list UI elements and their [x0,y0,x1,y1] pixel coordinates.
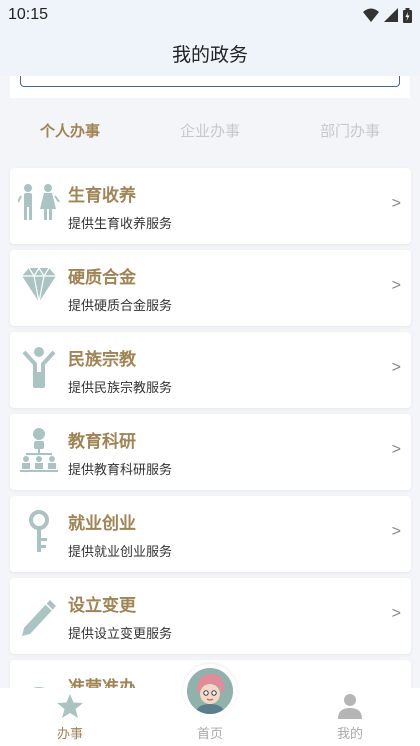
pencil-icon [22,600,56,636]
chevron-right-icon: > [391,523,401,540]
item-desc: 提供教育科研服务 [68,463,173,478]
item-title: 生育收养 [68,186,136,206]
status-time: 10:15 [8,6,49,23]
status-icons [363,7,412,23]
nav-tab-mine[interactable]: 我的 [280,688,420,746]
key-icon [29,510,49,552]
nav-label: 办事 [56,727,83,742]
service-item-birth-adoption[interactable]: 生育收养 提供生育收养服务 > [10,168,411,244]
service-item-employment[interactable]: 就业创业 提供就业创业服务 > [10,496,411,572]
item-title: 硬质合金 [68,268,136,288]
search-card[interactable] [10,76,410,98]
search-input[interactable] [20,76,400,87]
diamond-icon [22,266,56,303]
chevron-right-icon: > [391,195,401,212]
chevron-right-icon: > [391,605,401,622]
item-title: 设立变更 [68,596,136,616]
status-bar: 10:15 [0,0,420,30]
chevron-right-icon: > [391,359,401,376]
tab-enterprise[interactable]: 企业办事 [140,114,280,148]
wifi-icon [363,8,379,22]
family-icon [18,184,60,220]
nav-label: 我的 [336,727,363,742]
page-title: 我的政务 [171,43,248,66]
network-icon [20,428,58,472]
nav-tab-home[interactable]: 首页 [140,664,280,746]
person-icon [22,347,56,388]
header: 我的政务 [0,30,420,76]
home-button[interactable] [183,664,237,718]
star-icon [57,694,83,718]
item-title: 就业创业 [68,514,136,534]
nav-label: 首页 [196,727,223,742]
chevron-right-icon: > [391,441,401,458]
service-item-ethnic-religion[interactable]: 民族宗教 提供民族宗教服务 > [10,332,411,408]
tab-personal[interactable]: 个人办事 [0,114,140,148]
service-item-hard-alloy[interactable]: 硬质合金 提供硬质合金服务 > [10,250,411,326]
item-desc: 提供硬质合金服务 [68,299,173,314]
avatar-icon [187,668,233,714]
item-desc: 提供设立变更服务 [68,627,173,642]
tab-department[interactable]: 部门办事 [280,114,420,148]
service-item-education-research[interactable]: 教育科研 提供教育科研服务 > [10,414,411,490]
user-icon [338,694,362,719]
signal-icon [384,8,398,22]
battery-icon [403,7,412,23]
item-desc: 提供就业创业服务 [68,545,173,560]
item-title: 民族宗教 [68,350,136,370]
bottom-nav: 办事 首页 我的 [0,664,420,746]
service-item-establish-change[interactable]: 设立变更 提供设立变更服务 > [10,578,411,654]
item-desc: 提供生育收养服务 [68,217,173,232]
item-title: 教育科研 [68,432,136,452]
category-tabs: 个人办事 企业办事 部门办事 [0,114,420,148]
item-desc: 提供民族宗教服务 [68,381,173,396]
chevron-right-icon: > [391,277,401,294]
nav-tab-services[interactable]: 办事 [0,688,140,746]
